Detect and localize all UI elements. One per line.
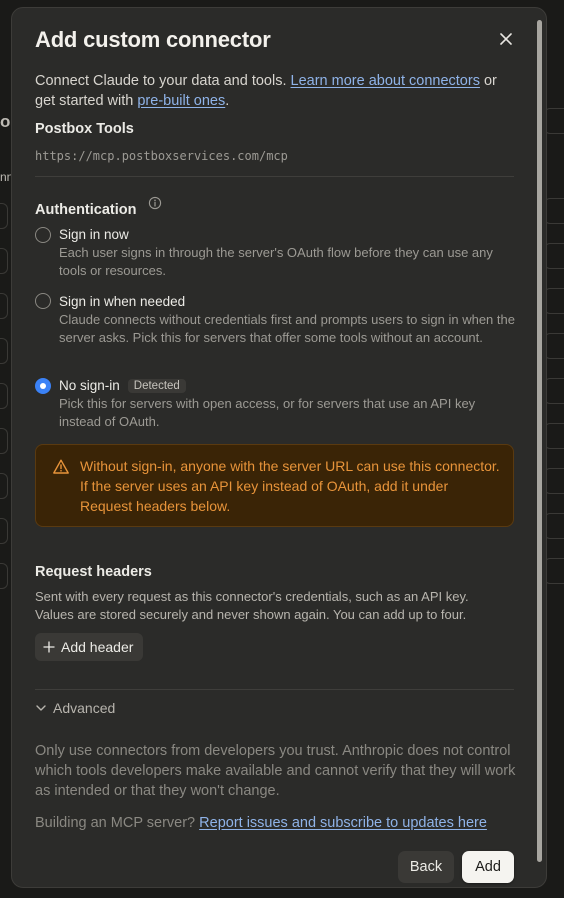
radio-sign-in-now[interactable] [35,227,51,243]
info-icon[interactable] [148,196,162,210]
radio-no-sign-in[interactable] [35,378,51,394]
background-row [544,468,564,494]
report-issues-link[interactable]: Report issues and subscribe to updates h… [199,815,487,831]
option-desc-sign-in-when-needed: Claude connects without credentials firs… [59,312,515,345]
advanced-toggle[interactable]: Advanced [35,700,115,716]
background-row [0,248,8,274]
option-label-no-sign-in[interactable]: No sign-in Detected [59,378,186,393]
background-row [0,428,8,454]
building-prefix: Building an MCP server? [35,815,200,831]
background-row [544,243,564,269]
detected-badge: Detected [127,379,186,393]
background-fragment: o [0,112,11,131]
divider [35,176,514,177]
back-button[interactable]: Back [398,851,454,883]
add-button[interactable]: Add [462,851,514,883]
prebuilt-link[interactable]: pre-built ones [137,93,225,109]
request-headers-title: Request headers [35,564,152,580]
background-row [0,293,8,319]
close-button[interactable] [496,29,516,49]
option-desc-no-sign-in: Pick this for servers with open access, … [59,396,476,429]
building-mcp-text: Building an MCP server? Report issues an… [35,815,487,831]
background-row [0,203,8,229]
background-row [544,333,564,359]
warning-icon [53,459,69,474]
intro-text: Connect Claude to your data and tools. L… [35,71,515,111]
background-row [544,558,564,584]
option-label-sign-in-when-needed[interactable]: Sign in when needed [59,294,185,309]
background-row [0,383,8,409]
intro-suffix: . [225,93,230,109]
option-label-text: No sign-in [59,378,120,393]
background-row [0,518,8,544]
background-row [544,513,564,539]
add-header-label: Add header [61,639,134,655]
scrollbar[interactable] [537,20,542,862]
background-row [544,423,564,449]
chevron-down-icon [36,705,46,711]
background-row [0,338,8,364]
dialog-title: Add custom connector [35,27,271,52]
intro-prefix: Connect Claude to your data and tools. [35,73,291,89]
radio-sign-in-when-needed[interactable] [35,293,51,309]
trust-disclaimer: Only use connectors from developers you … [35,743,516,799]
background-row [544,198,564,224]
option-label-sign-in-now[interactable]: Sign in now [59,227,129,242]
option-desc-sign-in-now: Each user signs in through the server's … [59,245,493,278]
warning-callout: Without sign-in, anyone with the server … [35,444,514,527]
advanced-label: Advanced [53,700,116,716]
background-row [544,378,564,404]
request-headers-desc: Sent with every request as this connecto… [35,589,469,622]
divider [35,689,514,690]
background-row [544,108,564,134]
background-row [0,473,8,499]
close-icon [500,33,512,45]
plus-icon [43,641,55,653]
add-connector-dialog: Add custom connector Connect Claude to y… [11,7,547,888]
add-header-button[interactable]: Add header [35,633,144,661]
learn-more-link[interactable]: Learn more about connectors [291,73,480,89]
authentication-label: Authentication [35,202,137,218]
server-url: https://mcp.postboxservices.com/mcp [35,149,288,163]
server-name: Postbox Tools [35,121,134,137]
warning-text: Without sign-in, anyone with the server … [80,458,500,514]
background-row [544,288,564,314]
background-row [0,563,8,589]
